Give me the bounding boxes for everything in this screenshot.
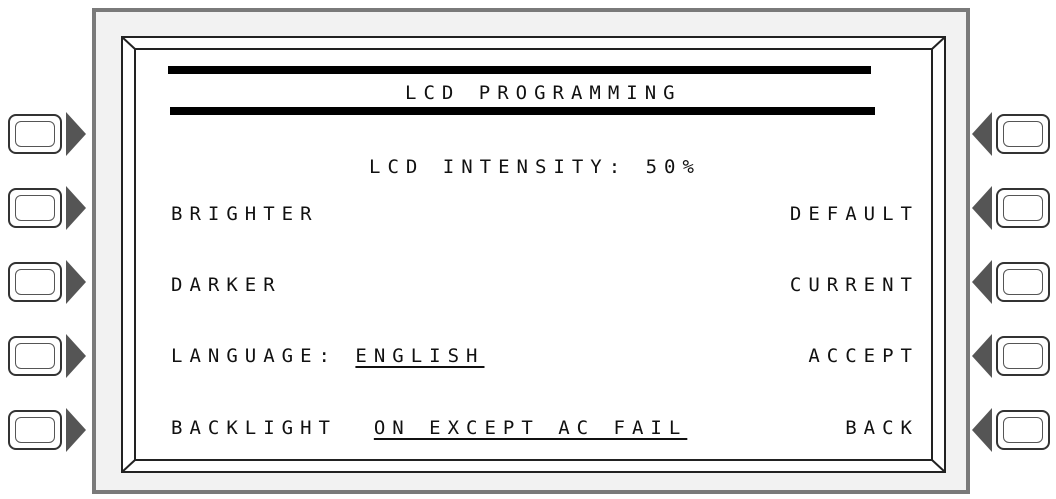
softkey-button[interactable] xyxy=(8,262,62,302)
left-pointer-icon xyxy=(972,260,992,304)
left-pointer-icon xyxy=(972,112,992,156)
intensity-label: LCD INTENSITY: 50% xyxy=(369,156,701,178)
right-pointer-icon xyxy=(66,112,86,156)
backlight-option[interactable]: BACKLIGHT ON EXCEPT AC FAIL xyxy=(171,417,687,439)
softkey-button[interactable] xyxy=(8,188,62,228)
left-pointer-icon xyxy=(972,408,992,452)
brighter-option[interactable]: BRIGHTER xyxy=(171,203,319,225)
left-pointer-icon xyxy=(972,186,992,230)
left-softkey-language[interactable] xyxy=(8,334,88,378)
right-softkey-current[interactable] xyxy=(970,260,1050,304)
intensity-value: 50% xyxy=(645,156,701,178)
right-softkey-1[interactable] xyxy=(970,112,1050,156)
right-pointer-icon xyxy=(66,408,86,452)
softkey-button[interactable] xyxy=(996,336,1050,376)
default-option[interactable]: DEFAULT xyxy=(790,203,919,225)
left-pointer-icon xyxy=(972,334,992,378)
softkey-button[interactable] xyxy=(8,114,62,154)
softkey-button[interactable] xyxy=(996,410,1050,450)
lcd-screen: LCD PROGRAMMING LCD INTENSITY: 50% BRIGH… xyxy=(121,36,946,473)
language-value: ENGLISH xyxy=(355,345,485,367)
right-softkey-accept[interactable] xyxy=(970,334,1050,378)
right-pointer-icon xyxy=(66,260,86,304)
right-pointer-icon xyxy=(66,334,86,378)
softkey-button[interactable] xyxy=(996,114,1050,154)
language-option[interactable]: LANGUAGE: ENGLISH xyxy=(171,345,484,367)
softkey-button[interactable] xyxy=(996,262,1050,302)
current-option[interactable]: CURRENT xyxy=(790,274,919,296)
right-pointer-icon xyxy=(66,186,86,230)
left-softkey-backlight[interactable] xyxy=(8,408,88,452)
right-softkey-back[interactable] xyxy=(970,408,1050,452)
back-option[interactable]: BACK xyxy=(845,417,919,439)
softkey-button[interactable] xyxy=(8,336,62,376)
accept-option[interactable]: ACCEPT xyxy=(808,345,919,367)
right-softkey-default[interactable] xyxy=(970,186,1050,230)
left-softkey-brighter[interactable] xyxy=(8,186,88,230)
softkey-button[interactable] xyxy=(8,410,62,450)
backlight-value: ON EXCEPT AC FAIL xyxy=(373,417,688,439)
title-bar-top xyxy=(168,66,871,74)
left-softkey-1[interactable] xyxy=(8,112,88,156)
page-title: LCD PROGRAMMING xyxy=(405,82,682,104)
darker-option[interactable]: DARKER xyxy=(171,274,282,296)
softkey-button[interactable] xyxy=(996,188,1050,228)
left-softkey-darker[interactable] xyxy=(8,260,88,304)
title-bar-bottom xyxy=(170,107,875,115)
